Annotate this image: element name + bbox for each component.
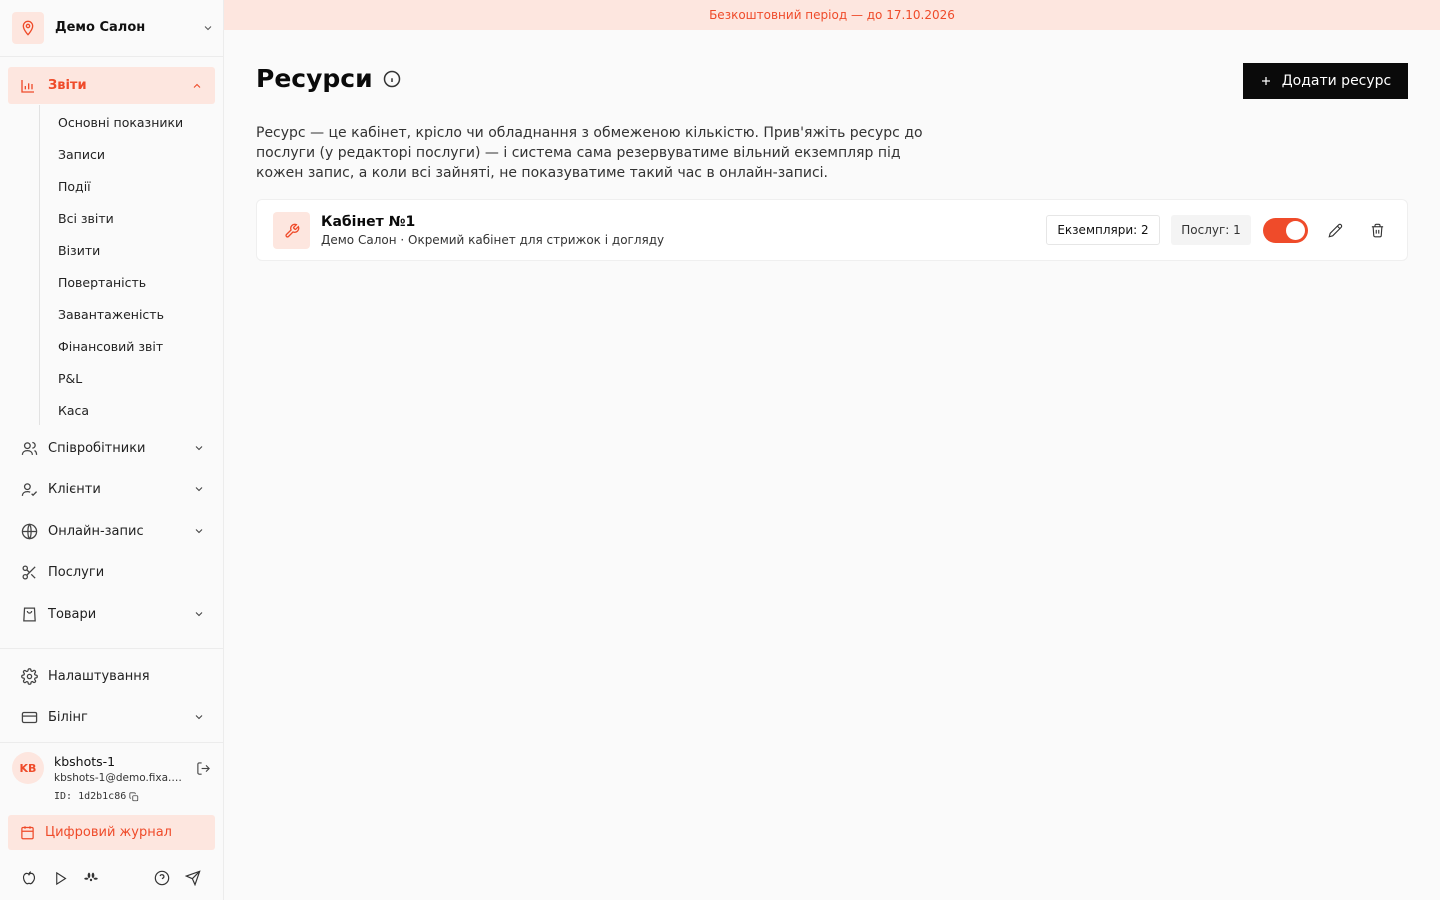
send-icon[interactable] bbox=[184, 869, 202, 887]
chevron-down-icon bbox=[193, 483, 205, 495]
digital-journal-label: Цифровий журнал bbox=[45, 825, 172, 840]
reports-submenu: Основні показники Записи Події Всі звіти… bbox=[39, 105, 215, 425]
nav-products[interactable]: Товари bbox=[20, 604, 205, 624]
trial-banner: Безкоштовний період — до 17.10.2026 bbox=[224, 0, 1440, 30]
user-profile: KB kbshots-1 kbshots-1@demo.fixa.b... ID… bbox=[12, 752, 215, 808]
plus-icon bbox=[1260, 75, 1272, 87]
user-id: ID: 1d2b1c86 bbox=[54, 791, 127, 802]
nav-billing-label: Білінг bbox=[48, 709, 88, 725]
chevron-down-icon bbox=[193, 442, 205, 454]
salon-selector[interactable]: Демо Салон bbox=[12, 11, 215, 44]
edit-pencil-icon[interactable] bbox=[1326, 221, 1344, 239]
nav-online-booking[interactable]: Онлайн-запис bbox=[20, 521, 205, 541]
services-badge: Послуг: 1 bbox=[1171, 215, 1251, 245]
resource-enabled-toggle[interactable] bbox=[1263, 218, 1308, 243]
bar-chart-icon bbox=[20, 78, 36, 94]
page-title: Ресурси bbox=[256, 64, 401, 93]
chevron-up-icon bbox=[191, 80, 203, 92]
subnav-item[interactable]: Всі звіти bbox=[58, 211, 114, 226]
user-name: kbshots-1 bbox=[54, 754, 116, 769]
subnav-item[interactable]: Завантаженість bbox=[58, 307, 164, 322]
wrench-icon bbox=[273, 212, 310, 249]
nav-billing[interactable]: Білінг bbox=[20, 707, 205, 727]
subnav-item[interactable]: Фінансовий звіт bbox=[58, 339, 163, 354]
page-title-text: Ресурси bbox=[256, 64, 373, 93]
footer-links bbox=[20, 869, 205, 887]
subnav-item[interactable]: Події bbox=[58, 179, 91, 194]
globe-icon bbox=[20, 522, 38, 540]
apple-icon[interactable] bbox=[20, 869, 38, 887]
nav-employees-label: Співробітники bbox=[48, 440, 146, 456]
map-pin-icon bbox=[12, 11, 44, 44]
shopping-bag-icon bbox=[20, 605, 38, 623]
logout-icon[interactable] bbox=[196, 761, 212, 777]
credit-card-icon bbox=[20, 708, 38, 726]
info-icon[interactable] bbox=[383, 70, 401, 88]
subnav-item[interactable]: P&L bbox=[58, 371, 82, 386]
trash-icon[interactable] bbox=[1368, 221, 1386, 239]
nav-employees[interactable]: Співробітники bbox=[20, 438, 205, 458]
resource-subtitle: Демо Салон · Окремий кабінет для стрижок… bbox=[321, 233, 665, 247]
nav-settings-label: Налаштування bbox=[48, 668, 150, 684]
help-circle-icon[interactable] bbox=[153, 869, 171, 887]
nav-products-label: Товари bbox=[48, 606, 97, 622]
page-description: Ресурс — це кабінет, крісло чи обладнанн… bbox=[256, 125, 923, 181]
user-check-icon bbox=[20, 480, 38, 498]
nav-services[interactable]: Послуги bbox=[20, 562, 205, 582]
chevron-down-icon bbox=[193, 711, 205, 723]
users-icon bbox=[20, 439, 38, 457]
nav-clients-label: Клієнти bbox=[48, 481, 101, 497]
salon-name: Демо Салон bbox=[55, 20, 146, 35]
nav-services-label: Послуги bbox=[48, 564, 105, 580]
toggle-knob bbox=[1286, 221, 1305, 240]
scissors-icon bbox=[20, 563, 38, 581]
chevron-down-icon bbox=[193, 608, 205, 620]
user-email: kbshots-1@demo.fixa.b... bbox=[54, 772, 186, 784]
divider bbox=[0, 742, 223, 743]
nav-reports[interactable]: Звіти bbox=[8, 67, 215, 104]
nav-clients[interactable]: Клієнти bbox=[20, 479, 205, 499]
subnav-item[interactable]: Візити bbox=[58, 243, 100, 258]
huawei-icon[interactable] bbox=[82, 869, 100, 887]
resource-name: Кабінет №1 bbox=[321, 214, 416, 230]
subnav-item[interactable]: Основні показники bbox=[58, 115, 183, 130]
calendar-icon bbox=[20, 825, 35, 840]
add-resource-button[interactable]: Додати ресурс bbox=[1243, 63, 1408, 99]
subnav-item[interactable]: Каса bbox=[58, 403, 89, 418]
nav-reports-label: Звіти bbox=[48, 78, 87, 93]
instances-badge: Екземпляри: 2 bbox=[1046, 215, 1160, 245]
divider bbox=[0, 648, 223, 649]
chevron-down-icon bbox=[193, 525, 205, 537]
chevron-down-icon bbox=[201, 21, 215, 35]
add-resource-label: Додати ресурс bbox=[1281, 73, 1392, 89]
digital-journal-button[interactable]: Цифровий журнал bbox=[8, 815, 215, 850]
resource-card[interactable]: Кабінет №1 Демо Салон · Окремий кабінет … bbox=[256, 199, 1408, 261]
divider bbox=[0, 56, 223, 57]
nav-online-booking-label: Онлайн-запис bbox=[48, 523, 144, 539]
gear-icon bbox=[20, 667, 38, 685]
subnav-item[interactable]: Записи bbox=[58, 147, 105, 162]
play-icon[interactable] bbox=[51, 869, 69, 887]
user-id-row: ID: 1d2b1c86 bbox=[54, 791, 139, 802]
subnav-item[interactable]: Повертаність bbox=[58, 275, 146, 290]
avatar: KB bbox=[12, 752, 44, 784]
sidebar: Демо Салон Звіти Основні показники Запис… bbox=[0, 0, 224, 900]
copy-icon[interactable] bbox=[129, 791, 139, 802]
nav-settings[interactable]: Налаштування bbox=[20, 666, 205, 686]
